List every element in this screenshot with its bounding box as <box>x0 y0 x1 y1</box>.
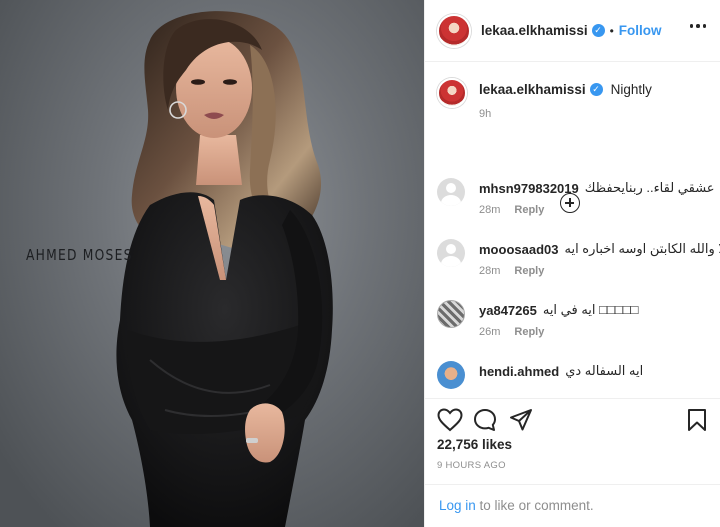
comment-item: mooosaad03 هلا والله الكابتن اوسه اخباره… <box>437 239 720 277</box>
header-separator: • <box>609 23 614 38</box>
caption-username[interactable]: lekaa.elkhamissi <box>479 82 586 97</box>
bookmark-icon[interactable] <box>687 408 707 432</box>
comment-item: hendi.ahmed ايه السفاله دي <box>437 361 708 389</box>
comment-text: ايه السفاله دي <box>565 363 644 378</box>
post-photo[interactable]: AHMED MOSES <box>0 0 424 527</box>
post-actions-bar <box>425 398 720 432</box>
post-side-panel: lekaa.elkhamissi ✓ • Follow lekaa.elkham… <box>424 0 720 527</box>
commenter-avatar[interactable] <box>437 239 465 267</box>
comment-text: هلا والله الكابتن اوسه اخباره ايه <box>564 241 720 256</box>
author-username[interactable]: lekaa.elkhamissi <box>481 23 588 38</box>
caption-timestamp: 9h <box>479 108 492 120</box>
heart-icon[interactable] <box>437 408 463 432</box>
comment-item: ya847265 ايه في ايه □□□□□ 26m Reply <box>437 300 708 338</box>
comment-reply-button[interactable]: Reply <box>514 265 544 277</box>
share-icon[interactable] <box>509 408 533 432</box>
comment-username[interactable]: mhsn979832019 <box>479 181 579 196</box>
caption-author-avatar[interactable] <box>437 78 467 108</box>
more-options-icon[interactable] <box>689 24 706 28</box>
commenter-avatar[interactable] <box>437 361 465 389</box>
post-caption: lekaa.elkhamissi ✓ Nightly 9h <box>425 62 720 120</box>
login-prompt: Log in to like or comment. <box>425 484 720 527</box>
like-count[interactable]: 22,756 likes <box>437 437 512 452</box>
comment-timestamp: 26m <box>479 326 501 338</box>
comments-section[interactable]: lekaa.elkhamissi ✓ Nightly 9h mhsn979832… <box>425 62 720 392</box>
comment-username[interactable]: mooosaad03 <box>479 242 558 257</box>
comment-text: ايه في ايه □□□□□ <box>542 302 639 317</box>
comment-text: عشقي لقاء.. ربنايحفظك <box>584 180 715 195</box>
login-link[interactable]: Log in <box>439 498 476 513</box>
verified-badge-icon: ✓ <box>591 24 605 37</box>
comment-icon[interactable] <box>473 408 497 432</box>
photographer-watermark: AHMED MOSES <box>26 246 133 264</box>
comment-timestamp: 28m <box>479 204 501 216</box>
post-header: lekaa.elkhamissi ✓ • Follow <box>425 0 720 62</box>
comment-username[interactable]: hendi.ahmed <box>479 364 559 379</box>
comment-reply-button[interactable]: Reply <box>514 326 544 338</box>
post-age: 9 HOURS AGO <box>437 460 506 471</box>
commenter-avatar[interactable] <box>437 300 465 328</box>
caption-text: Nightly <box>610 81 652 97</box>
comment-item: mhsn979832019 عشقي لقاء.. ربنايحفظك 28m … <box>437 178 715 216</box>
post-viewer: AHMED MOSES lekaa.elkhamissi ✓ • Follow … <box>0 0 720 527</box>
comment-username[interactable]: ya847265 <box>479 303 537 318</box>
comment-reply-button[interactable]: Reply <box>514 204 544 216</box>
commenter-avatar[interactable] <box>437 178 465 206</box>
comment-timestamp: 28m <box>479 265 501 277</box>
login-prompt-text: to like or comment. <box>475 498 594 513</box>
verified-badge-icon: ✓ <box>589 82 603 96</box>
author-avatar[interactable] <box>437 13 471 48</box>
follow-button[interactable]: Follow <box>619 23 662 38</box>
